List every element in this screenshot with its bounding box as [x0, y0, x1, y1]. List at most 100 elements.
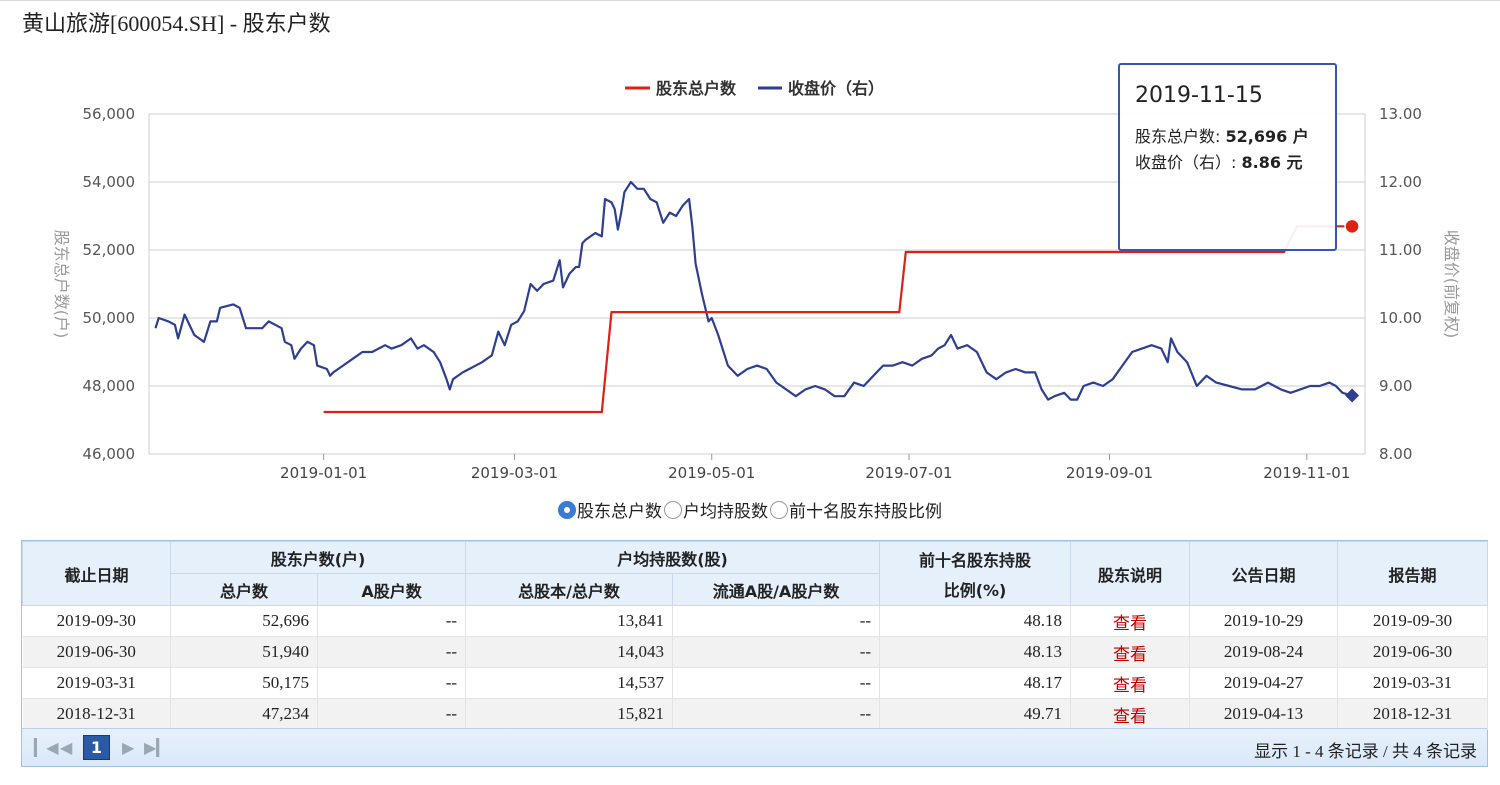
cell-a-count: --: [317, 667, 467, 699]
y-left-tick-label: 48,000: [83, 377, 136, 395]
y-right-tick-label: 9.00: [1379, 377, 1412, 395]
table-row: 2018-12-31 47,234 -- 15,821 -- 49.71 查看 …: [22, 698, 1489, 730]
y-right-axis-title: 收盘价(前复权): [1442, 230, 1461, 339]
tooltip-holders-value: 52,696 户: [1225, 127, 1308, 146]
col-note-header: 股东说明: [1070, 541, 1191, 606]
x-tick-label: 2019-03-01: [471, 464, 558, 482]
cell-total: 52,696: [170, 605, 318, 637]
tooltip-date: 2019-11-15: [1135, 83, 1263, 108]
last-page-icon[interactable]: ▶▎: [144, 738, 169, 757]
cell-avg-total: 15,821: [465, 698, 674, 730]
col-total-header[interactable]: 总户数: [170, 573, 318, 606]
first-page-icon[interactable]: ▎◀: [34, 738, 59, 757]
x-tick-label: 2019-07-01: [865, 464, 952, 482]
radio-top10[interactable]: 前十名股东持股比例: [770, 497, 942, 522]
cell-avg-a: --: [672, 698, 881, 730]
cell-avg-a: --: [672, 636, 881, 668]
col-date-header[interactable]: 截止日期: [22, 541, 171, 606]
cell-avg-total: 14,537: [465, 667, 674, 699]
x-tick-label: 2019-09-01: [1066, 464, 1153, 482]
tooltip-price-row: 收盘价（右）: 8.86 元: [1135, 153, 1303, 172]
cell-report: 2019-03-31: [1337, 667, 1489, 699]
cell-report: 2019-06-30: [1337, 636, 1489, 668]
y-right-tick-label: 8.00: [1379, 445, 1412, 463]
tooltip-holders-row: 股东总户数: 52,696 户: [1135, 127, 1309, 146]
cell-announce: 2019-04-13: [1189, 698, 1339, 730]
col-top10-line2: 比例(%): [943, 580, 1007, 600]
y-right-tick-label: 11.00: [1379, 241, 1422, 259]
holders-table-panel: 截止日期 股东户数(户) 户均持股数(股) 前十名股东持股 比例(%) 股东说明…: [21, 540, 1489, 767]
col-report-header[interactable]: 报告期: [1337, 541, 1489, 606]
view-note-link[interactable]: 查看: [1070, 605, 1191, 637]
y-right-tick-label: 13.00: [1379, 105, 1422, 123]
radio-avg-holding-dot[interactable]: [664, 500, 682, 519]
table-row: 2019-03-31 50,175 -- 14,537 -- 48.17 查看 …: [22, 667, 1489, 699]
cell-date: 2019-09-30: [22, 605, 171, 637]
x-tick-label: 2019-11-01: [1263, 464, 1350, 482]
cell-avg-a: --: [672, 667, 881, 699]
cell-date: 2019-03-31: [22, 667, 171, 699]
legend-price-label: 收盘价（右）: [788, 79, 884, 98]
tooltip-price-label: 收盘价（右）:: [1135, 153, 1241, 172]
top-rule: [0, 0, 1500, 1]
cell-total: 50,175: [170, 667, 318, 699]
cell-top10: 48.13: [879, 636, 1072, 668]
cell-announce: 2019-10-29: [1189, 605, 1339, 637]
col-avg-group-header: 户均持股数(股): [465, 541, 881, 574]
col-top10-header[interactable]: 前十名股东持股 比例(%): [879, 541, 1072, 606]
x-tick-label: 2019-01-01: [280, 464, 367, 482]
holders-table: 截止日期 股东户数(户) 户均持股数(股) 前十名股东持股 比例(%) 股东说明…: [22, 541, 1489, 730]
radio-holders-dot[interactable]: [558, 500, 576, 519]
holders-price-chart: 46,000 48,000 50,000 52,000 54,000 56,000 8.00…: [52, 63, 1461, 482]
table-row: 2019-09-30 52,696 -- 13,841 -- 48.18 查看 …: [22, 605, 1489, 637]
cell-date: 2018-12-31: [22, 698, 171, 730]
cell-a-count: --: [317, 605, 467, 637]
cell-date: 2019-06-30: [22, 636, 171, 668]
cell-avg-total: 14,043: [465, 636, 674, 668]
radio-avg-holding-label: 户均持股数: [683, 502, 768, 522]
tooltip-holders-label: 股东总户数:: [1135, 127, 1225, 146]
y-right-tick-label: 12.00: [1379, 173, 1422, 191]
radio-avg-holding[interactable]: 户均持股数: [664, 497, 768, 522]
cell-announce: 2019-04-27: [1189, 667, 1339, 699]
col-announce-header[interactable]: 公告日期: [1189, 541, 1339, 606]
y-left-tick-label: 54,000: [83, 173, 136, 191]
cell-total: 47,234: [170, 698, 318, 730]
view-note-link[interactable]: 查看: [1070, 698, 1191, 730]
page-title: 黄山旅游[600054.SH] - 股东户数: [22, 11, 331, 36]
col-a-count-header[interactable]: A股户数: [316, 573, 467, 606]
cell-report: 2019-09-30: [1337, 605, 1489, 637]
radio-top10-dot[interactable]: [770, 500, 788, 519]
cell-a-count: --: [317, 636, 467, 668]
col-top10-line1: 前十名股东持股: [919, 550, 1032, 570]
radio-top10-label: 前十名股东持股比例: [789, 502, 942, 522]
next-page-icon[interactable]: ▶: [122, 738, 134, 757]
view-note-link[interactable]: 查看: [1070, 636, 1191, 668]
pagination-info: 显示 1 - 4 条记录 / 共 4 条记录: [1254, 742, 1477, 761]
cell-top10: 48.18: [879, 605, 1072, 637]
col-avg-a-header[interactable]: 流通A股/A股户数: [672, 573, 881, 606]
col-avg-total-header[interactable]: 总股本/总户数: [465, 573, 674, 606]
price-hover-point: [1345, 388, 1360, 403]
table-row: 2019-06-30 51,940 -- 14,043 -- 48.13 查看 …: [22, 636, 1489, 668]
y-left-tick-label: 56,000: [83, 105, 136, 123]
prev-page-icon[interactable]: ◀: [60, 738, 72, 757]
metric-radio-group: 股东总户数 户均持股数 前十名股东持股比例: [0, 497, 1500, 524]
cell-top10: 49.71: [879, 698, 1072, 730]
y-right-tick-label: 10.00: [1379, 309, 1422, 327]
current-page-button[interactable]: 1: [83, 735, 110, 760]
tooltip-price-value: 8.86 元: [1241, 153, 1302, 172]
cell-a-count: --: [317, 698, 467, 730]
y-left-tick-label: 50,000: [83, 309, 136, 327]
cell-avg-total: 13,841: [465, 605, 674, 637]
legend-layer: 股东总户数 收盘价（右）: [625, 79, 884, 98]
cell-top10: 48.17: [879, 667, 1072, 699]
y-left-tick-label: 46,000: [83, 445, 136, 463]
cell-announce: 2019-08-24: [1189, 636, 1339, 668]
view-note-link[interactable]: 查看: [1070, 667, 1191, 699]
radio-holders[interactable]: 股东总户数: [558, 497, 662, 522]
y-left-axis-title: 股东总户数(户): [52, 230, 71, 339]
radio-holders-label: 股东总户数: [577, 502, 662, 522]
cell-total: 51,940: [170, 636, 318, 668]
tooltip-layer: 2019-11-15 股东总户数: 52,696 户收盘价（右）: 8.86 元: [1118, 63, 1337, 251]
